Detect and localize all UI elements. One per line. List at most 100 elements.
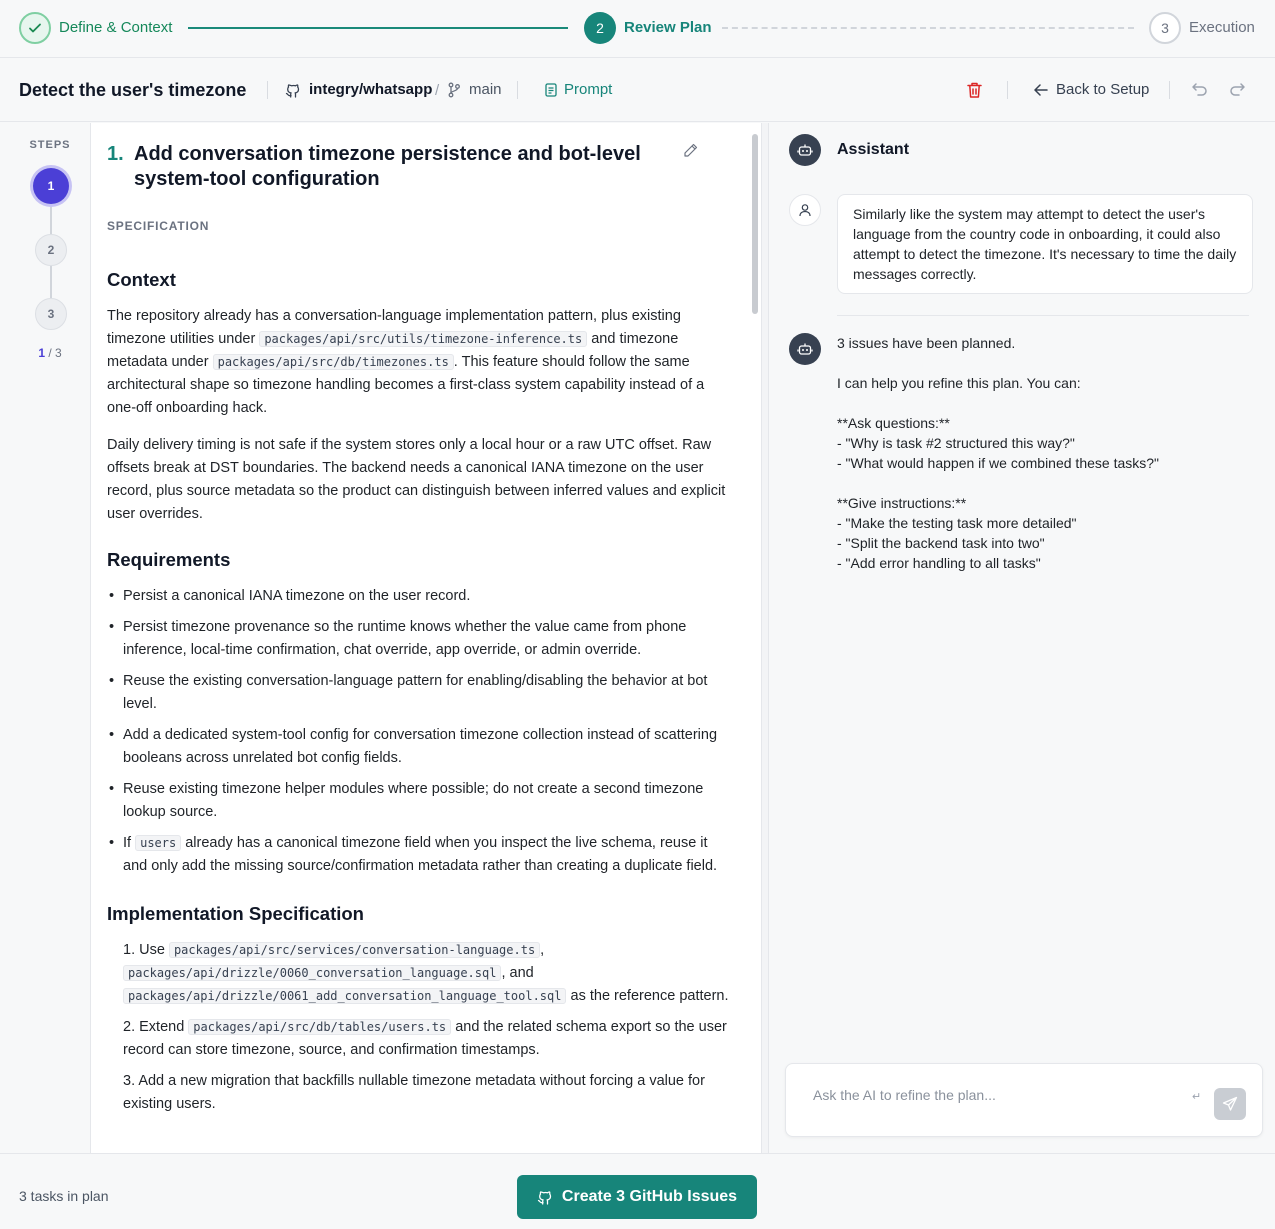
assistant-title: Assistant: [837, 141, 910, 158]
list-item: If users already has a canonical timezon…: [107, 832, 731, 878]
step-review-marker[interactable]: 2: [584, 12, 616, 44]
list-item-text: 2. Extend: [123, 1019, 189, 1035]
progress-stepper: Define & Context 2 Review Plan 3 Executi…: [0, 0, 1275, 58]
assistant-avatar: [789, 333, 821, 365]
branch-icon: [448, 82, 460, 97]
code-path: packages/api/drizzle/0060_conversation_l…: [123, 965, 502, 981]
list-item: Persist a canonical IANA timezone on the…: [107, 585, 731, 608]
step-review-label[interactable]: Review Plan: [624, 19, 712, 36]
pencil-icon: [684, 143, 698, 157]
header-divider: [517, 81, 518, 99]
chat-input-box: ↵: [785, 1063, 1263, 1137]
implementation-heading: Implementation Specification: [107, 903, 364, 924]
step-connector-pending: [722, 27, 1134, 29]
undo-icon: [1192, 83, 1207, 96]
context-paragraph: The repository already has a conversatio…: [107, 305, 731, 420]
implementation-list: 1. Use packages/api/src/services/convers…: [107, 939, 731, 1116]
list-item: 1. Use packages/api/src/services/convers…: [107, 939, 731, 1008]
current-step-number: 1: [38, 346, 45, 360]
repo-name: integry/whatsapp: [309, 81, 433, 98]
context-heading: Context: [107, 269, 176, 290]
header-divider: [1169, 81, 1170, 99]
code-path: packages/api/drizzle/0061_add_conversati…: [123, 988, 567, 1004]
edit-task-button[interactable]: [683, 143, 698, 163]
branch-name: main: [469, 81, 502, 98]
list-item-text: ,: [540, 942, 545, 958]
task-detail-panel: 1. Add conversation timezone persistence…: [91, 123, 761, 1153]
back-to-setup-button[interactable]: Back to Setup: [1034, 81, 1149, 98]
header-divider: [267, 81, 268, 99]
step-execution-label: Execution: [1189, 19, 1255, 36]
delete-button[interactable]: [966, 81, 983, 104]
total-steps-text: / 3: [48, 346, 62, 360]
create-issues-button[interactable]: Create 3 GitHub Issues: [517, 1175, 757, 1219]
page-title: Detect the user's timezone: [19, 80, 247, 100]
specification-body: Context The repository already has a con…: [107, 268, 731, 1126]
branch-link[interactable]: main: [447, 81, 502, 98]
user-icon: [799, 204, 811, 217]
tasks-count: 3 tasks in plan: [19, 1188, 109, 1204]
undo-button[interactable]: [1191, 81, 1208, 103]
code-path: packages/api/src/services/conversation-l…: [168, 942, 541, 958]
github-icon: [537, 1191, 552, 1205]
repo-link[interactable]: integry/whatsapp: [285, 81, 432, 98]
list-item-text: already has a canonical timezone field w…: [123, 835, 718, 874]
page-header: Detect the user's timezone integry/whats…: [0, 59, 1275, 122]
list-item-text: If: [123, 835, 136, 851]
prompt-button[interactable]: Prompt: [545, 81, 612, 98]
bot-icon: [797, 144, 813, 156]
context-paragraph: Daily delivery timing is not safe if the…: [107, 437, 726, 522]
arrow-left-icon: [1034, 83, 1048, 96]
panel-resize-handle[interactable]: [761, 123, 769, 1153]
steps-rail-connector: [50, 204, 52, 234]
document-icon: [545, 82, 557, 97]
list-item-text: 1. Use: [123, 942, 169, 958]
content-scrollbar[interactable]: [752, 134, 758, 314]
rail-step-3[interactable]: 3: [35, 298, 67, 330]
assistant-avatar: [789, 134, 821, 166]
list-item-text: as the reference pattern.: [566, 988, 729, 1004]
redo-button[interactable]: [1229, 81, 1246, 103]
specification-label: SPECIFICATION: [107, 219, 210, 233]
task-number: 1.: [107, 143, 124, 165]
refine-plan-input[interactable]: [813, 1087, 1193, 1103]
rail-step-2[interactable]: 2: [35, 234, 67, 266]
steps-rail-title: STEPS: [29, 139, 71, 151]
list-item: Add a dedicated system-tool config for c…: [107, 724, 731, 770]
send-icon: [1222, 1096, 1238, 1111]
assistant-message: 3 issues have been planned. I can help y…: [837, 335, 1159, 571]
prompt-label: Prompt: [564, 81, 613, 98]
code-path: packages/api/src/db/timezones.ts: [212, 354, 454, 370]
check-icon: [29, 23, 41, 33]
step-define-complete-marker[interactable]: [19, 12, 51, 44]
task-title: Add conversation timezone persistence an…: [134, 143, 641, 190]
code-path: packages/api/src/db/tables/users.ts: [188, 1019, 452, 1035]
step-define-label[interactable]: Define & Context: [59, 19, 172, 36]
list-item: Persist timezone provenance so the runti…: [107, 616, 731, 662]
step-connector-complete: [188, 27, 568, 29]
list-item: 2. Extend packages/api/src/db/tables/use…: [107, 1016, 731, 1062]
github-icon: [285, 83, 300, 98]
create-issues-label: Create 3 GitHub Issues: [561, 1188, 738, 1205]
rail-step-1[interactable]: 1: [33, 168, 69, 204]
code-path: users: [135, 835, 182, 851]
send-button[interactable]: [1214, 1088, 1246, 1120]
user-message: Similarly like the system may attempt to…: [837, 194, 1253, 294]
list-item: 3. Add a new migration that backfills nu…: [123, 1073, 705, 1112]
steps-rail-connector: [50, 266, 52, 298]
requirements-heading: Requirements: [107, 549, 231, 570]
user-avatar: [789, 194, 821, 226]
trash-icon: [967, 82, 982, 98]
header-divider: [1007, 81, 1008, 99]
assistant-chat-panel: Assistant Similarly like the system may …: [769, 123, 1275, 1153]
enter-key-hint: ↵: [1192, 1091, 1202, 1103]
chat-divider: [837, 315, 1249, 316]
list-item-text: , and: [501, 965, 534, 981]
steps-rail-counter: 1 / 3: [0, 346, 100, 360]
redo-icon: [1230, 83, 1245, 96]
code-path: packages/api/src/utils/timezone-inferenc…: [259, 331, 588, 347]
page-footer: 3 tasks in plan Create 3 GitHub Issues: [0, 1153, 1275, 1229]
step-execution-marker: 3: [1149, 12, 1181, 44]
steps-rail: STEPS 1 2 3 1 / 3: [0, 123, 91, 1153]
requirements-list: Persist a canonical IANA timezone on the…: [107, 585, 731, 878]
